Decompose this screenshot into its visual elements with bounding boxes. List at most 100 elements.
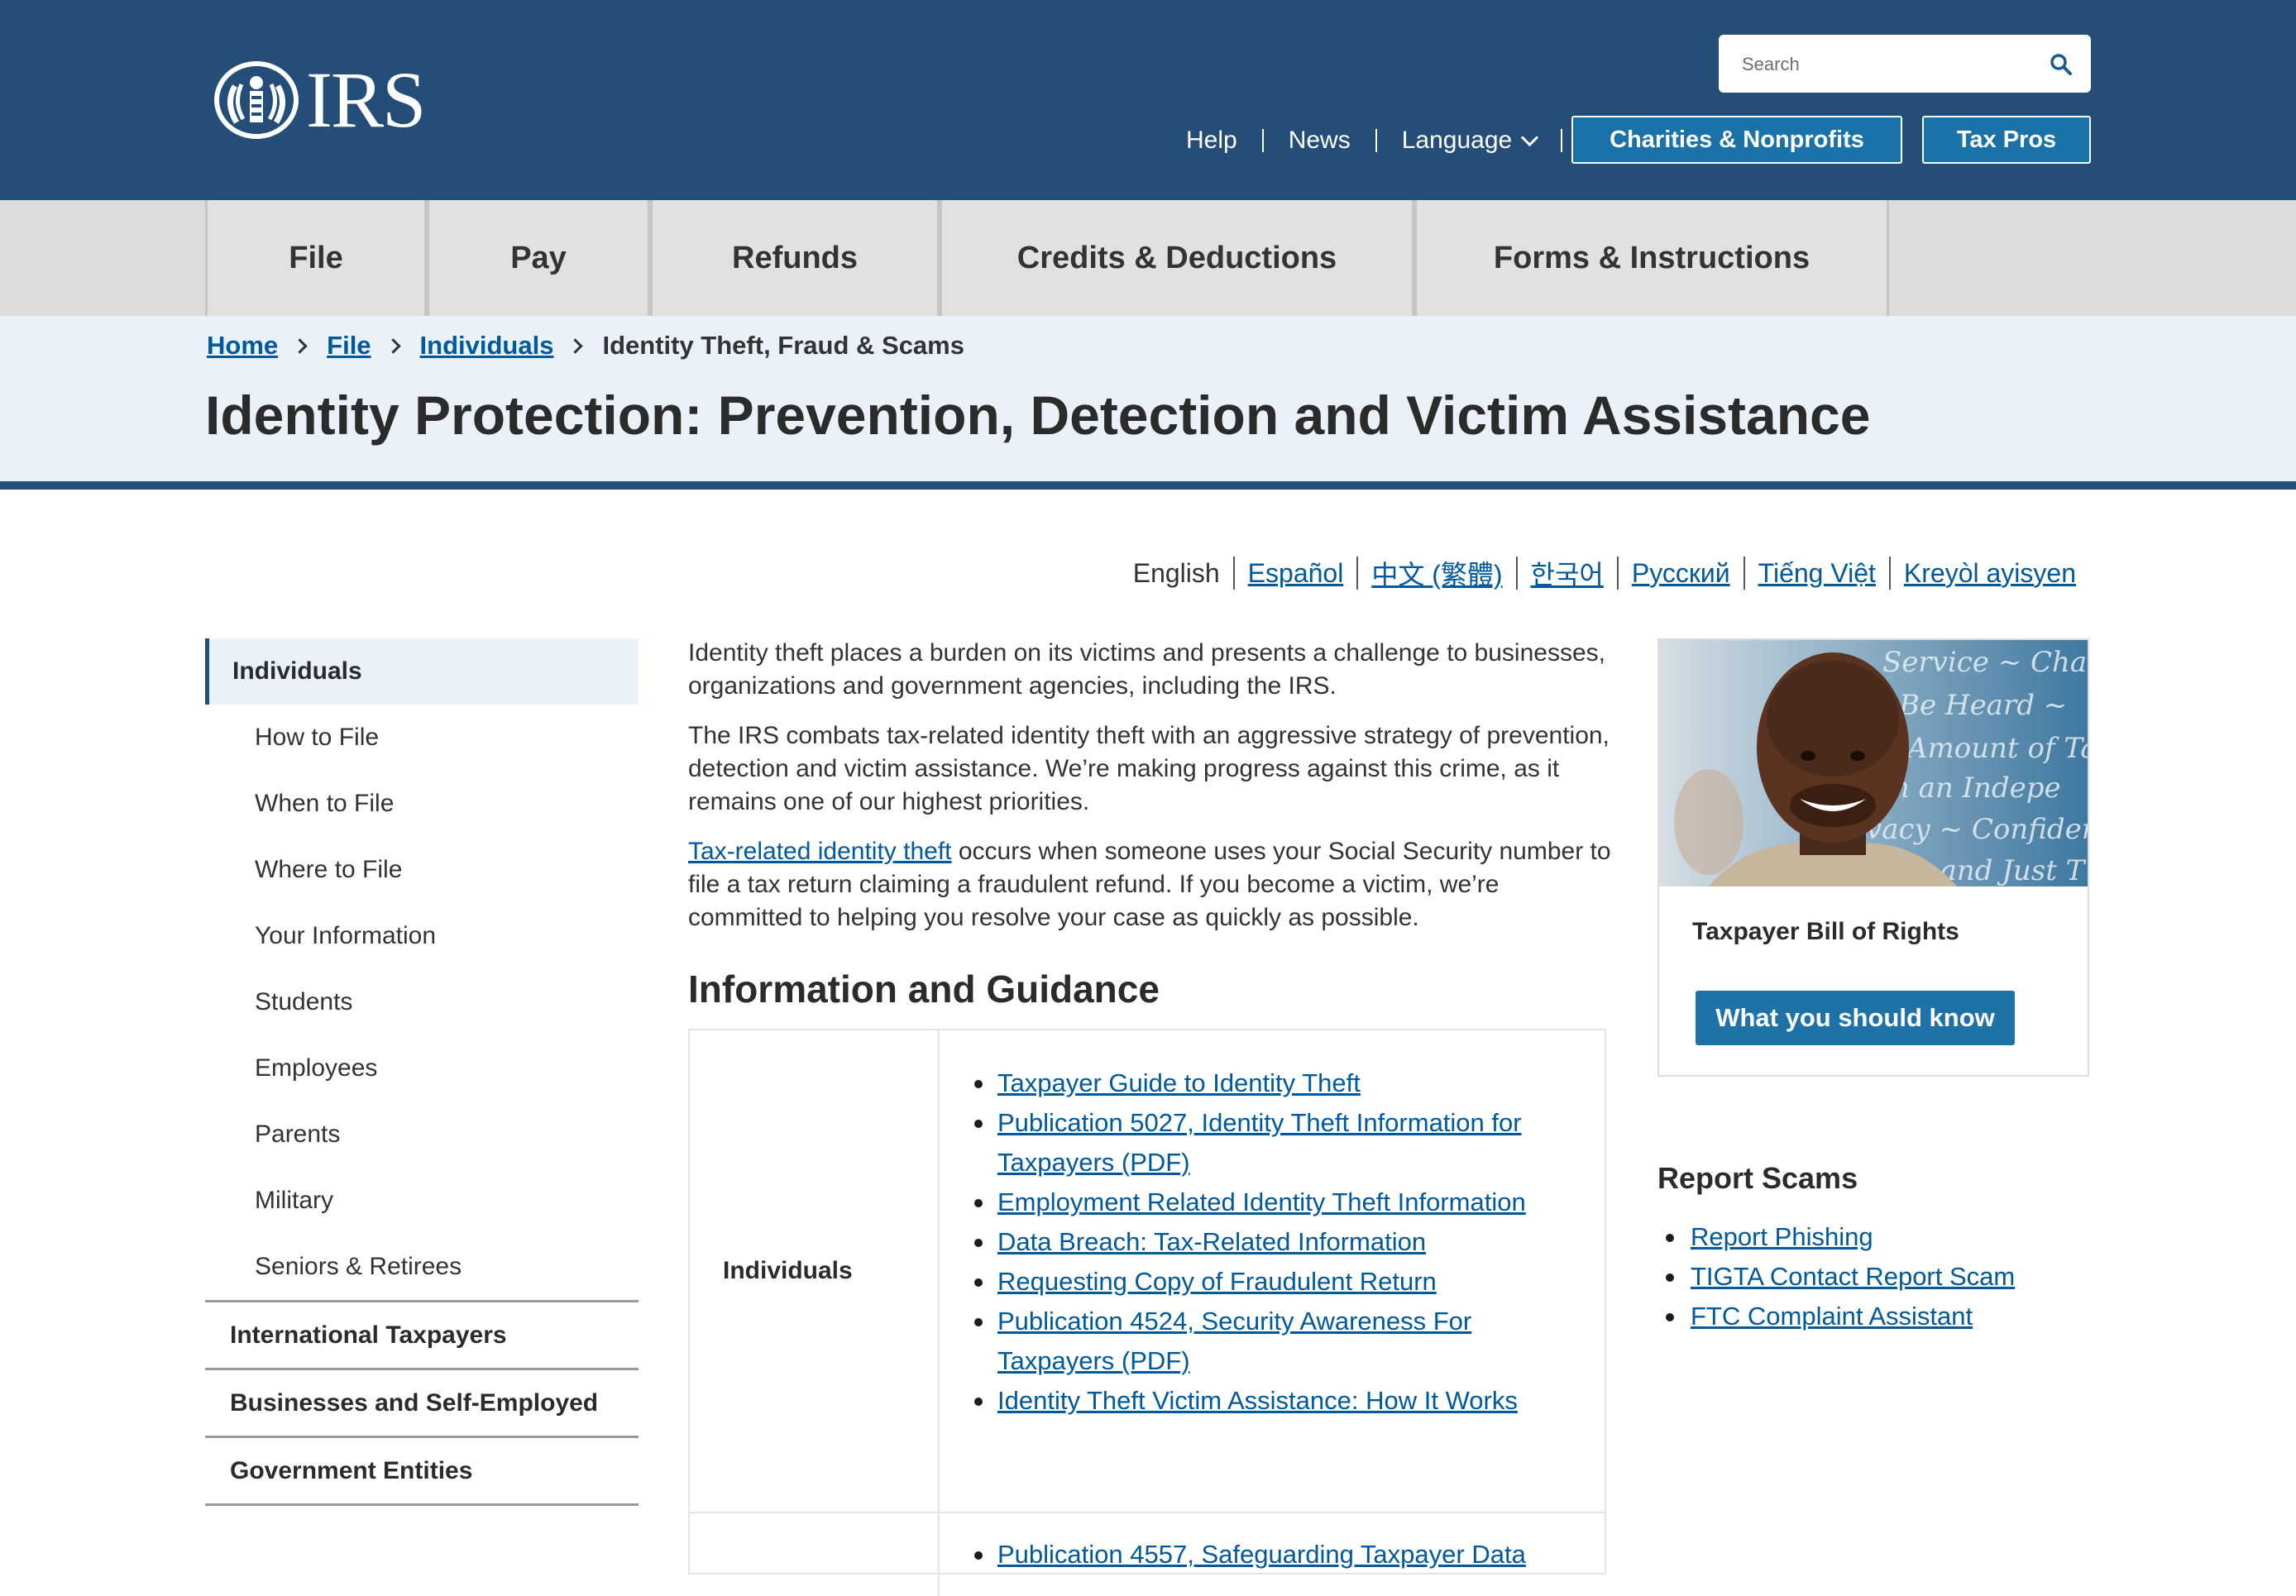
- tax-related-identity-theft-link[interactable]: Tax-related identity theft: [688, 838, 952, 865]
- list-item: Taxpayer Guide to Identity Theft: [974, 1063, 1570, 1103]
- divider: [1743, 557, 1745, 590]
- search-icon[interactable]: [2050, 53, 2073, 76]
- chevron-right-icon: [567, 337, 584, 354]
- chevron-down-icon: [1521, 128, 1539, 146]
- nav-pay[interactable]: Pay: [427, 200, 650, 316]
- list-item: Publication 5027, Identity Theft Informa…: [974, 1103, 1570, 1183]
- chalk-text: in an Indepe: [1882, 772, 2061, 805]
- tax-pros-button[interactable]: Tax Pros: [1922, 116, 2091, 164]
- sidebar-item-how-to-file[interactable]: How to File: [205, 705, 639, 771]
- site-header: IRS Help News Language Charities & Nonpr…: [0, 0, 2296, 200]
- eagle-emblem-icon: [214, 61, 299, 139]
- language-link-russian[interactable]: Русский: [1632, 558, 1730, 589]
- sidebar-nav: Individuals How to File When to File Whe…: [205, 638, 639, 1506]
- list-item: Identity Theft Victim Assistance: How It…: [974, 1381, 1570, 1421]
- chalk-text: Service ~ Cha: [1882, 646, 2087, 679]
- intro-paragraph-1: Identity theft places a burden on its vi…: [688, 639, 1605, 700]
- breadcrumb-home[interactable]: Home: [207, 331, 278, 361]
- report-scams-heading: Report Scams: [1657, 1161, 1858, 1195]
- sidebar-item-government-entities[interactable]: Government Entities: [205, 1436, 639, 1503]
- report-scams-list: Report Phishing TIGTA Contact Report Sca…: [1657, 1217, 2071, 1336]
- sidebar-item-when-to-file[interactable]: When to File: [205, 771, 639, 837]
- language-link-haitian-creole[interactable]: Kreyòl ayisyen: [1904, 558, 2076, 589]
- main-nav: File Pay Refunds Credits & Deductions Fo…: [0, 200, 2296, 316]
- list-item: Report Phishing: [1657, 1217, 2071, 1257]
- sidebar-item-military[interactable]: Military: [205, 1168, 639, 1234]
- sidebar-item-students[interactable]: Students: [205, 969, 639, 1035]
- nav-forms-instructions[interactable]: Forms & Instructions: [1414, 200, 1889, 316]
- divider: [1261, 129, 1264, 152]
- row-links: Taxpayer Guide to Identity Theft Publica…: [941, 1030, 1605, 1512]
- divider: [1375, 129, 1377, 152]
- guidance-link-list: Taxpayer Guide to Identity Theft Publica…: [974, 1063, 1570, 1421]
- smiling-man-photo: Service ~ Cha Be Heard ~ Amount of Ta in…: [1659, 640, 2088, 886]
- chevron-right-icon: [292, 337, 308, 354]
- language-bar: English Español 中文 (繁體) 한국어 Русский Tiến…: [1133, 552, 2076, 594]
- divider: [1515, 557, 1518, 590]
- language-link-korean[interactable]: 한국어: [1531, 554, 1604, 592]
- language-dropdown[interactable]: Language: [1401, 127, 1539, 155]
- language-link-vietnamese[interactable]: Tiếng Việt: [1758, 558, 1876, 589]
- chalk-text: vacy ~ Confiden: [1866, 813, 2088, 846]
- taxpayer-bill-of-rights-card: Service ~ Cha Be Heard ~ Amount of Ta in…: [1657, 638, 2089, 1077]
- nav-file[interactable]: File: [205, 200, 427, 316]
- sidebar-item-individuals[interactable]: Individuals: [205, 638, 639, 705]
- breadcrumb-individuals[interactable]: Individuals: [420, 331, 554, 361]
- sidebar-item-seniors-retirees[interactable]: Seniors & Retirees: [205, 1234, 639, 1300]
- logo-wordmark: IRS: [306, 55, 426, 144]
- divider: [1561, 129, 1563, 152]
- row-links: Publication 4557, Safeguarding Taxpayer …: [941, 1513, 1605, 1596]
- divider: [205, 1503, 639, 1506]
- guidance-link[interactable]: Data Breach: Tax-Related Information: [997, 1227, 1426, 1256]
- sidebar-item-employees[interactable]: Employees: [205, 1035, 639, 1101]
- guidance-link[interactable]: Identity Theft Victim Assistance: How It…: [997, 1386, 1518, 1415]
- guidance-link[interactable]: Publication 4524, Security Awareness For…: [997, 1307, 1471, 1375]
- list-item: FTC Complaint Assistant: [1657, 1297, 2071, 1336]
- sidebar-item-international-taxpayers[interactable]: International Taxpayers: [205, 1300, 639, 1368]
- report-phishing-link[interactable]: Report Phishing: [1691, 1222, 1873, 1251]
- guidance-link[interactable]: Publication 4557, Safeguarding Taxpayer …: [997, 1540, 1526, 1569]
- breadcrumb: Home File Individuals Identity Theft, Fr…: [207, 327, 964, 364]
- sidebar-item-where-to-file[interactable]: Where to File: [205, 837, 639, 903]
- guidance-link[interactable]: Publication 5027, Identity Theft Informa…: [997, 1108, 1522, 1177]
- guidance-table: Individuals Taxpayer Guide to Identity T…: [688, 1029, 1606, 1596]
- tigta-contact-report-scam-link[interactable]: TIGTA Contact Report Scam: [1691, 1262, 2015, 1291]
- divider: [1232, 557, 1235, 590]
- list-item: Data Breach: Tax-Related Information: [974, 1222, 1570, 1262]
- nav-refunds[interactable]: Refunds: [650, 200, 940, 316]
- chalk-text: Amount of Ta: [1905, 732, 2088, 765]
- guidance-link[interactable]: Requesting Copy of Fraudulent Return: [997, 1267, 1437, 1296]
- nav-credits-deductions[interactable]: Credits & Deductions: [940, 200, 1414, 316]
- language-link-chinese[interactable]: 中文 (繁體): [1371, 554, 1502, 592]
- list-item: Employment Related Identity Theft Inform…: [974, 1183, 1570, 1222]
- list-item: Requesting Copy of Fraudulent Return: [974, 1262, 1570, 1302]
- intro-paragraph-2: The IRS combats tax-related identity the…: [688, 722, 1610, 815]
- guidance-link-list: Publication 4557, Safeguarding Taxpayer …: [974, 1535, 1570, 1574]
- chevron-right-icon: [385, 337, 401, 354]
- guidance-link[interactable]: Employment Related Identity Theft Inform…: [997, 1187, 1526, 1216]
- language-label: Language: [1401, 127, 1513, 154]
- news-link[interactable]: News: [1289, 127, 1351, 155]
- charities-nonprofits-button[interactable]: Charities & Nonprofits: [1571, 116, 1902, 164]
- list-item: Publication 4557, Safeguarding Taxpayer …: [974, 1535, 1570, 1574]
- help-link[interactable]: Help: [1186, 127, 1237, 155]
- utility-nav: Help News Language: [1186, 116, 1587, 165]
- search-box: [1719, 35, 2091, 94]
- breadcrumb-file[interactable]: File: [327, 331, 371, 361]
- search-input[interactable]: [1740, 35, 2041, 94]
- sidebar-item-parents[interactable]: Parents: [205, 1101, 639, 1168]
- what-you-should-know-button[interactable]: What you should know: [1696, 991, 2015, 1045]
- list-item: TIGTA Contact Report Scam: [1657, 1257, 2071, 1297]
- table-row: Publication 4557, Safeguarding Taxpayer …: [690, 1513, 1605, 1596]
- breadcrumb-current: Identity Theft, Fraud & Scams: [602, 331, 964, 360]
- row-label: Individuals: [690, 1030, 940, 1512]
- guidance-link[interactable]: Taxpayer Guide to Identity Theft: [997, 1068, 1361, 1097]
- ftc-complaint-assistant-link[interactable]: FTC Complaint Assistant: [1691, 1302, 1973, 1331]
- sidebar-item-your-information[interactable]: Your Information: [205, 903, 639, 969]
- row-label: [690, 1513, 940, 1596]
- irs-logo[interactable]: IRS: [213, 55, 447, 144]
- sidebar-item-businesses-self-employed[interactable]: Businesses and Self-Employed: [205, 1368, 639, 1436]
- divider: [1616, 557, 1619, 590]
- divider: [1888, 557, 1891, 590]
- language-link-spanish[interactable]: Español: [1248, 558, 1344, 589]
